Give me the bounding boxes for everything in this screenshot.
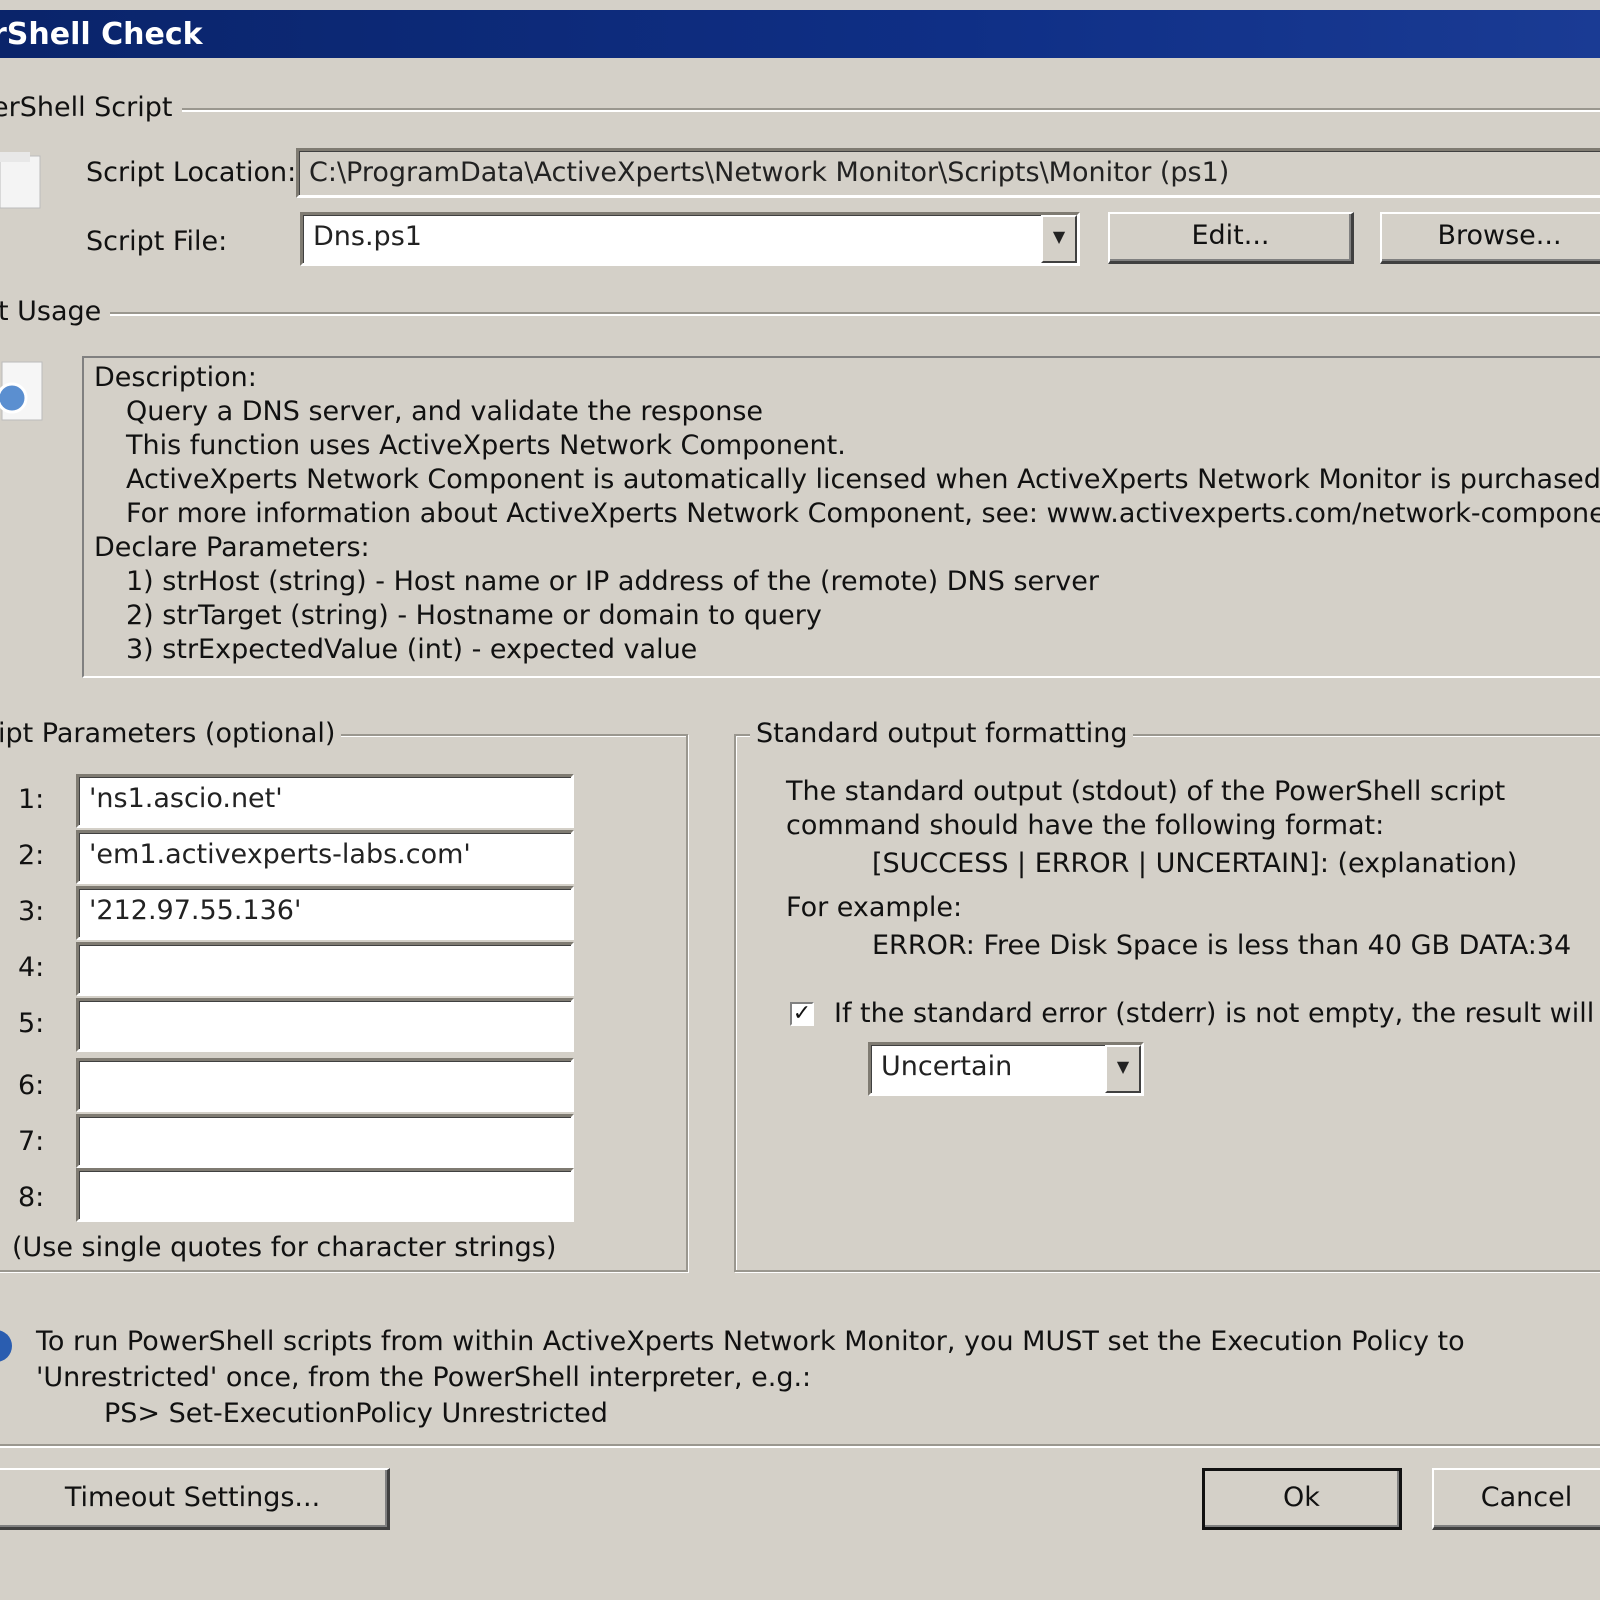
params-group-legend: ipt Parameters (optional) [0, 718, 342, 749]
params-hint: (Use single quotes for character strings… [12, 1232, 557, 1263]
description-line: Description: [94, 362, 257, 393]
description-line: 1) strHost (string) - Host name or IP ad… [126, 566, 1099, 597]
output-description-line: command should have the following format… [786, 810, 1385, 841]
param-number: 1: [18, 784, 45, 815]
param-field-8[interactable] [76, 1168, 574, 1222]
stderr-checkbox[interactable]: ✓ [790, 1002, 814, 1026]
info-usage-icon [0, 360, 44, 424]
output-group-legend: Standard output formatting [750, 718, 1134, 749]
param-field-3[interactable]: '212.97.55.136' [76, 886, 574, 940]
stderr-checkbox-label: If the standard error (stderr) is not em… [834, 998, 1600, 1029]
script-location-field[interactable]: C:\ProgramData\ActiveXperts\Network Moni… [296, 148, 1600, 198]
dropdown-arrow-icon[interactable]: ▼ [1041, 215, 1077, 263]
info-line: To run PowerShell scripts from within Ac… [36, 1326, 1465, 1357]
param-number: 8: [18, 1182, 45, 1213]
example-label: For example: [786, 892, 963, 923]
script-location-label: Script Location: [86, 157, 297, 188]
cancel-button[interactable]: Cancel [1432, 1468, 1600, 1530]
example-text: ERROR: Free Disk Space is less than 40 G… [872, 930, 1572, 961]
script-file-label: Script File: [86, 226, 228, 257]
usage-group-line [110, 312, 1600, 316]
title-bar: rShell Check [0, 10, 1600, 58]
description-line: For more information about ActiveXperts … [126, 498, 1600, 529]
param-number: 2: [18, 840, 45, 871]
param-number: 4: [18, 952, 45, 983]
result-select[interactable]: Uncertain ▼ [868, 1042, 1144, 1096]
param-number: 3: [18, 896, 45, 927]
param-field-2[interactable]: 'em1.activexperts-labs.com' [76, 830, 574, 884]
description-line: 3) strExpectedValue (int) - expected val… [126, 634, 698, 665]
script-group-legend: erShell Script [0, 92, 173, 123]
param-number: 6: [18, 1070, 45, 1101]
description-line: ActiveXperts Network Component is automa… [126, 464, 1600, 495]
browse-button[interactable]: Browse... [1380, 212, 1600, 264]
param-field-4[interactable] [76, 942, 574, 996]
info-icon [0, 1326, 14, 1366]
info-line: 'Unrestricted' once, from the PowerShell… [36, 1362, 812, 1393]
ok-button[interactable]: Ok [1202, 1468, 1402, 1530]
edit-button[interactable]: Edit... [1108, 212, 1354, 264]
script-icon [0, 150, 42, 212]
description-line: This function uses ActiveXperts Network … [126, 430, 846, 461]
timeout-settings-button[interactable]: Timeout Settings... [0, 1468, 390, 1530]
param-field-1[interactable]: 'ns1.ascio.net' [76, 774, 574, 828]
param-number: 5: [18, 1008, 45, 1039]
usage-group-legend: t Usage [0, 296, 102, 327]
usage-description-box: Description: Query a DNS server, and val… [82, 356, 1600, 678]
script-file-value: Dns.ps1 [313, 221, 422, 252]
output-description-line: The standard output (stdout) of the Powe… [786, 776, 1506, 807]
output-format-text: [SUCCESS | ERROR | UNCERTAIN]: (explanat… [872, 848, 1518, 879]
dropdown-arrow-icon[interactable]: ▼ [1105, 1045, 1141, 1093]
footer-divider [0, 1444, 1600, 1448]
description-line: Query a DNS server, and validate the res… [126, 396, 764, 427]
result-select-value: Uncertain [881, 1051, 1013, 1082]
param-field-5[interactable] [76, 998, 574, 1052]
description-line: 2) strTarget (string) - Hostname or doma… [126, 600, 822, 631]
description-line: Declare Parameters: [94, 532, 370, 563]
param-field-7[interactable] [76, 1114, 574, 1168]
param-field-6[interactable] [76, 1058, 574, 1112]
script-group-line [182, 108, 1600, 112]
script-file-select[interactable]: Dns.ps1 ▼ [300, 212, 1080, 266]
info-line: PS> Set-ExecutionPolicy Unrestricted [104, 1398, 608, 1429]
checkmark-icon: ✓ [792, 1001, 812, 1026]
param-number: 7: [18, 1126, 45, 1157]
window-title: rShell Check [0, 17, 203, 52]
